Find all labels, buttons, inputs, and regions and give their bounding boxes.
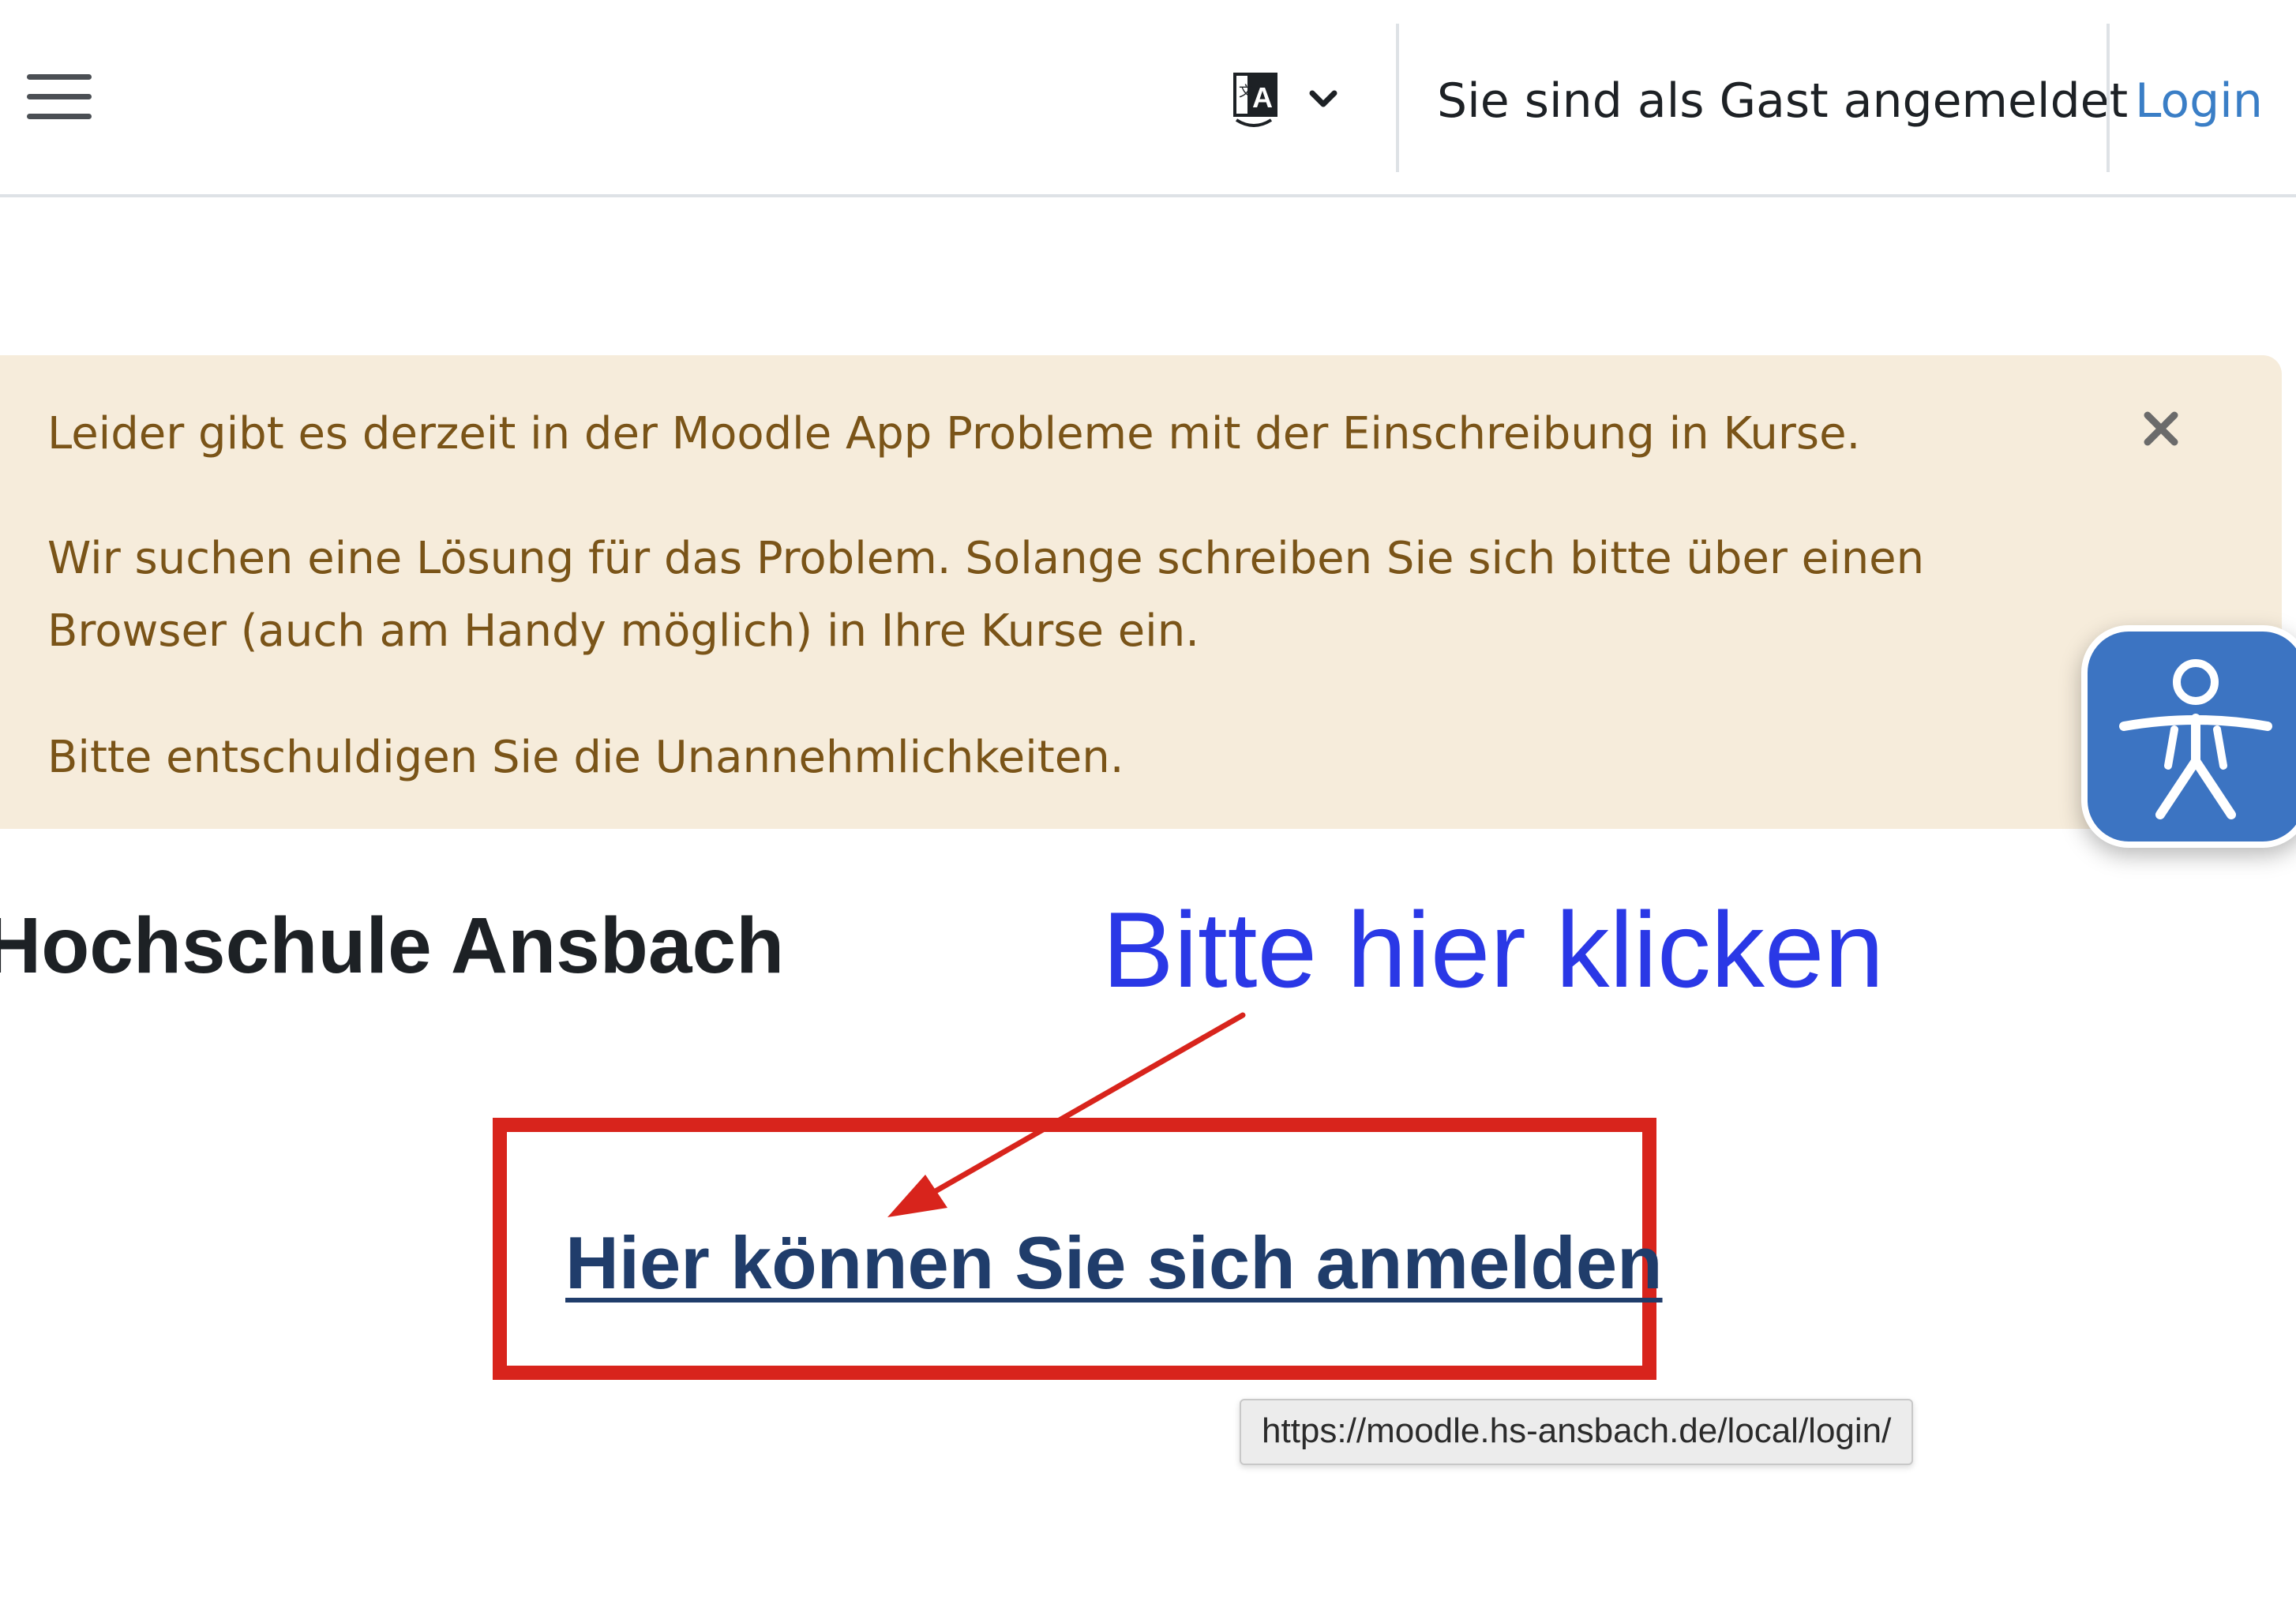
alert-text-line: Bitte entschuldigen Sie die Unannehmlich…: [47, 732, 1124, 783]
top-navbar: A 文 Sie sind als Gast angemeldet Login: [0, 0, 2296, 197]
chevron-down-icon: [1309, 90, 1337, 107]
close-icon[interactable]: [2133, 401, 2189, 456]
login-link[interactable]: Login: [2135, 69, 2263, 133]
page-title: Hochschule Ansbach: [0, 901, 785, 990]
language-menu[interactable]: A 文: [1216, 65, 1350, 133]
signup-link[interactable]: Hier können Sie sich anmelden: [565, 1217, 1663, 1309]
alert-banner: Leider gibt es derzeit in der Moodle App…: [0, 355, 2282, 829]
svg-text:文: 文: [1239, 84, 1253, 100]
hamburger-menu-icon[interactable]: [24, 69, 95, 125]
link-url-tooltip: https://moodle.hs-ansbach.de/local/login…: [1240, 1399, 1914, 1465]
navbar-divider: [2107, 24, 2110, 172]
annotation-callout-text: Bitte hier klicken: [1102, 890, 1885, 1010]
alert-text-line: Leider gibt es derzeit in der Moodle App…: [47, 408, 1861, 459]
svg-text:A: A: [1252, 81, 1273, 114]
alert-text-line: Wir suchen eine Lösung für das Problem. …: [47, 533, 1925, 657]
guest-status-text: Sie sind als Gast angemeldet: [1437, 73, 2129, 129]
accessibility-person-icon: [2119, 659, 2272, 819]
accessibility-button[interactable]: [2081, 625, 2296, 848]
navbar-divider: [1396, 24, 1399, 172]
